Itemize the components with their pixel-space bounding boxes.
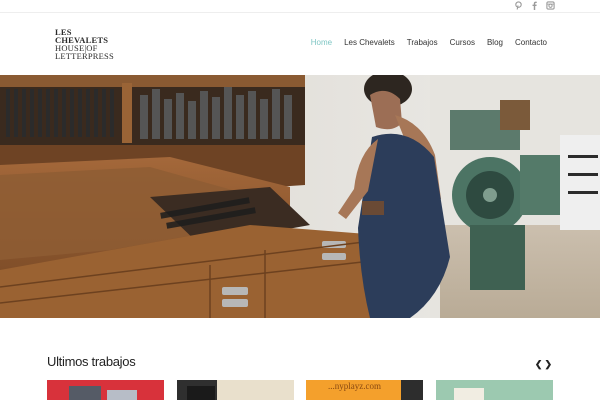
work-thumbnail[interactable] bbox=[47, 380, 164, 400]
chevron-right-icon[interactable]: ❯ bbox=[544, 360, 552, 369]
nav-item-home[interactable]: Home bbox=[311, 38, 332, 47]
section-title: Ultimos trabajos bbox=[47, 354, 136, 369]
social-links bbox=[514, 1, 555, 10]
work-thumbnail[interactable] bbox=[177, 380, 294, 400]
top-utility-bar bbox=[0, 0, 600, 13]
thumbnail-3-text: ...nyplayz.com bbox=[328, 381, 381, 391]
facebook-icon[interactable] bbox=[530, 1, 539, 10]
nav-item-les-chevalets[interactable]: Les Chevalets bbox=[344, 38, 395, 47]
site-header: LES CHEVALETS HOUSE|OF LETTERPRESS Home … bbox=[0, 13, 600, 75]
chevron-left-icon[interactable]: ❮ bbox=[535, 360, 543, 369]
work-thumbnail[interactable]: ...nyplayz.com bbox=[306, 380, 423, 400]
nav-item-contacto[interactable]: Contacto bbox=[515, 38, 547, 47]
nav-item-blog[interactable]: Blog bbox=[487, 38, 503, 47]
nav-item-cursos[interactable]: Cursos bbox=[450, 38, 475, 47]
pinterest-icon[interactable] bbox=[514, 1, 523, 10]
hero-image bbox=[0, 75, 600, 318]
recent-works-carousel: ...nyplayz.com bbox=[47, 380, 553, 400]
thumbnail-4-image bbox=[436, 380, 553, 400]
work-thumbnail[interactable] bbox=[436, 380, 553, 400]
logo-line-4: LETTERPRESS bbox=[55, 51, 114, 61]
nav-item-trabajos[interactable]: Trabajos bbox=[407, 38, 438, 47]
thumbnail-2-image bbox=[187, 380, 294, 400]
instagram-icon[interactable] bbox=[546, 1, 555, 10]
site-logo[interactable]: LES CHEVALETS HOUSE|OF LETTERPRESS bbox=[55, 28, 114, 61]
carousel-arrows: ❮ ❯ bbox=[535, 360, 552, 369]
main-nav: Home Les Chevalets Trabajos Cursos Blog … bbox=[299, 38, 547, 47]
thumbnail-1-image bbox=[69, 386, 137, 400]
hero-letterpress-illustration bbox=[0, 75, 600, 318]
